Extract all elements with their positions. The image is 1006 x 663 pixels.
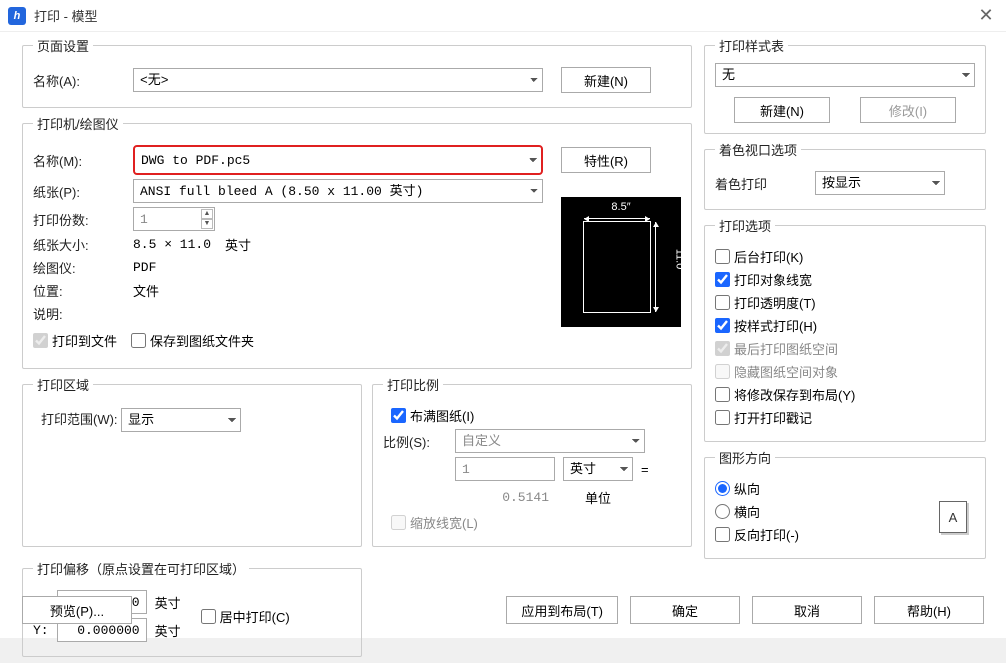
apply-layout-button[interactable]: 应用到布局(T) (506, 596, 618, 624)
app-icon: h (8, 7, 26, 25)
print-offset-legend: 打印偏移（原点设置在可打印区域） (33, 559, 249, 578)
scale-bottom-value (455, 485, 555, 509)
print-to-file-check (33, 333, 48, 348)
scale-equals: = (641, 462, 649, 477)
window-title: 打印 - 模型 (34, 6, 974, 25)
shaded-viewport-group: 着色视口选项 着色打印 按显示 (704, 140, 986, 210)
opt-bystyle-check[interactable] (715, 318, 730, 333)
scale-top-input[interactable] (455, 457, 555, 481)
orientation-icon: A (939, 501, 967, 533)
orient-portrait-label: 纵向 (734, 479, 760, 498)
shaded-label: 着色打印 (715, 174, 815, 193)
page-name-select[interactable]: <无> (133, 68, 543, 92)
scale-lineweight-check (391, 515, 406, 530)
print-dialog: h 打印 - 模型 ✕ 页面设置 名称(A): <无> 新建(N) 打印机/绘图… (0, 0, 1006, 638)
orientation-group: 图形方向 纵向 横向 反向打印(-) A (704, 448, 986, 559)
opt-save-layout-check[interactable] (715, 387, 730, 402)
printer-name-select[interactable]: DWG to PDF.pc5 (133, 145, 543, 175)
printer-properties-button[interactable]: 特性(R) (561, 147, 651, 173)
style-table-group: 打印样式表 无 新建(N) 修改(I) (704, 36, 986, 134)
papersize-value: 8.5 × 11.0 (133, 237, 211, 252)
opt-transparency-check[interactable] (715, 295, 730, 310)
location-label: 位置: (33, 281, 133, 300)
cancel-button[interactable]: 取消 (752, 596, 862, 624)
scale-bottom-unit: 单位 (563, 488, 633, 507)
save-to-sheet-check[interactable] (131, 333, 146, 348)
opt-save-layout-label: 将修改保存到布局(Y) (734, 385, 855, 404)
printer-legend: 打印机/绘图仪 (33, 114, 123, 133)
print-area-legend: 打印区域 (33, 375, 93, 394)
print-area-group: 打印区域 打印范围(W): 显示 (22, 375, 362, 547)
fit-paper-label: 布满图纸(I) (410, 406, 474, 425)
scale-top-unit[interactable]: 英寸 (563, 457, 633, 481)
desc-label: 说明: (33, 304, 133, 323)
close-icon[interactable]: ✕ (974, 4, 998, 28)
papersize-label: 纸张大小: (33, 235, 133, 254)
opt-paperspace-last-label: 最后打印图纸空间 (734, 339, 838, 358)
printer-name-label: 名称(M): (33, 151, 133, 170)
offset-y-label: Y: (33, 623, 49, 638)
copies-label: 打印份数: (33, 210, 133, 229)
print-range-select[interactable]: 显示 (121, 408, 241, 432)
plotter-label: 绘图仪: (33, 258, 133, 277)
style-table-select[interactable]: 无 (715, 63, 975, 87)
printer-group: 打印机/绘图仪 名称(M): DWG to PDF.pc5 特性(R) 纸张(P… (22, 114, 692, 369)
orient-landscape-label: 横向 (734, 502, 760, 521)
style-table-legend: 打印样式表 (715, 36, 788, 55)
paper-label: 纸张(P): (33, 182, 133, 201)
page-name-label: 名称(A): (33, 71, 133, 90)
style-edit-button: 修改(I) (860, 97, 956, 123)
copies-spinner[interactable]: ▲▼ (201, 209, 213, 229)
print-to-file-label: 打印到文件 (52, 331, 117, 350)
opt-background-label: 后台打印(K) (734, 247, 803, 266)
scale-select[interactable]: 自定义 (455, 429, 645, 453)
orient-reverse-check[interactable] (715, 527, 730, 542)
paper-preview: 8.5″ 11.0″ (561, 197, 681, 327)
print-options-legend: 打印选项 (715, 216, 775, 235)
orient-reverse-label: 反向打印(-) (734, 525, 799, 544)
preview-dim-top: 8.5″ (573, 201, 669, 213)
page-new-button[interactable]: 新建(N) (561, 67, 651, 93)
help-button[interactable]: 帮助(H) (874, 596, 984, 624)
opt-stamp-check[interactable] (715, 410, 730, 425)
fit-paper-check[interactable] (391, 408, 406, 423)
orient-landscape-radio[interactable] (715, 504, 730, 519)
papersize-unit: 英寸 (225, 235, 251, 254)
opt-paperspace-last-check (715, 341, 730, 356)
plotter-value: PDF (133, 260, 156, 275)
opt-hide-paperspace-check (715, 364, 730, 379)
print-scale-group: 打印比例 布满图纸(I) 比例(S): 自定义 英寸 = 单位 (372, 375, 692, 547)
opt-stamp-label: 打开打印戳记 (734, 408, 812, 427)
scale-label: 比例(S): (383, 432, 455, 451)
ok-button[interactable]: 确定 (630, 596, 740, 624)
print-range-label: 打印范围(W): (41, 409, 118, 428)
opt-bystyle-label: 按样式打印(H) (734, 316, 817, 335)
preview-dim-right: 11.0″ (673, 249, 685, 274)
print-options-group: 打印选项 后台打印(K) 打印对象线宽 打印透明度(T) 按样式打印(H) 最后… (704, 216, 986, 442)
orientation-legend: 图形方向 (715, 448, 775, 467)
shaded-select[interactable]: 按显示 (815, 171, 945, 195)
save-to-sheet-label: 保存到图纸文件夹 (150, 331, 254, 350)
scale-lineweight-label: 缩放线宽(L) (410, 513, 478, 532)
style-new-button[interactable]: 新建(N) (734, 97, 830, 123)
location-value: 文件 (133, 281, 159, 300)
print-scale-legend: 打印比例 (383, 375, 443, 394)
paper-select[interactable]: ANSI full bleed A (8.50 x 11.00 英寸) (133, 179, 543, 203)
shaded-viewport-legend: 着色视口选项 (715, 140, 801, 159)
page-setup-legend: 页面设置 (33, 36, 93, 55)
opt-lineweight-check[interactable] (715, 272, 730, 287)
preview-button[interactable]: 预览(P)... (22, 596, 132, 624)
opt-hide-paperspace-label: 隐藏图纸空间对象 (734, 362, 838, 381)
opt-background-check[interactable] (715, 249, 730, 264)
orient-portrait-radio[interactable] (715, 481, 730, 496)
titlebar: h 打印 - 模型 ✕ (0, 0, 1006, 32)
opt-lineweight-label: 打印对象线宽 (734, 270, 812, 289)
page-setup-group: 页面设置 名称(A): <无> 新建(N) (22, 36, 692, 108)
opt-transparency-label: 打印透明度(T) (734, 293, 816, 312)
